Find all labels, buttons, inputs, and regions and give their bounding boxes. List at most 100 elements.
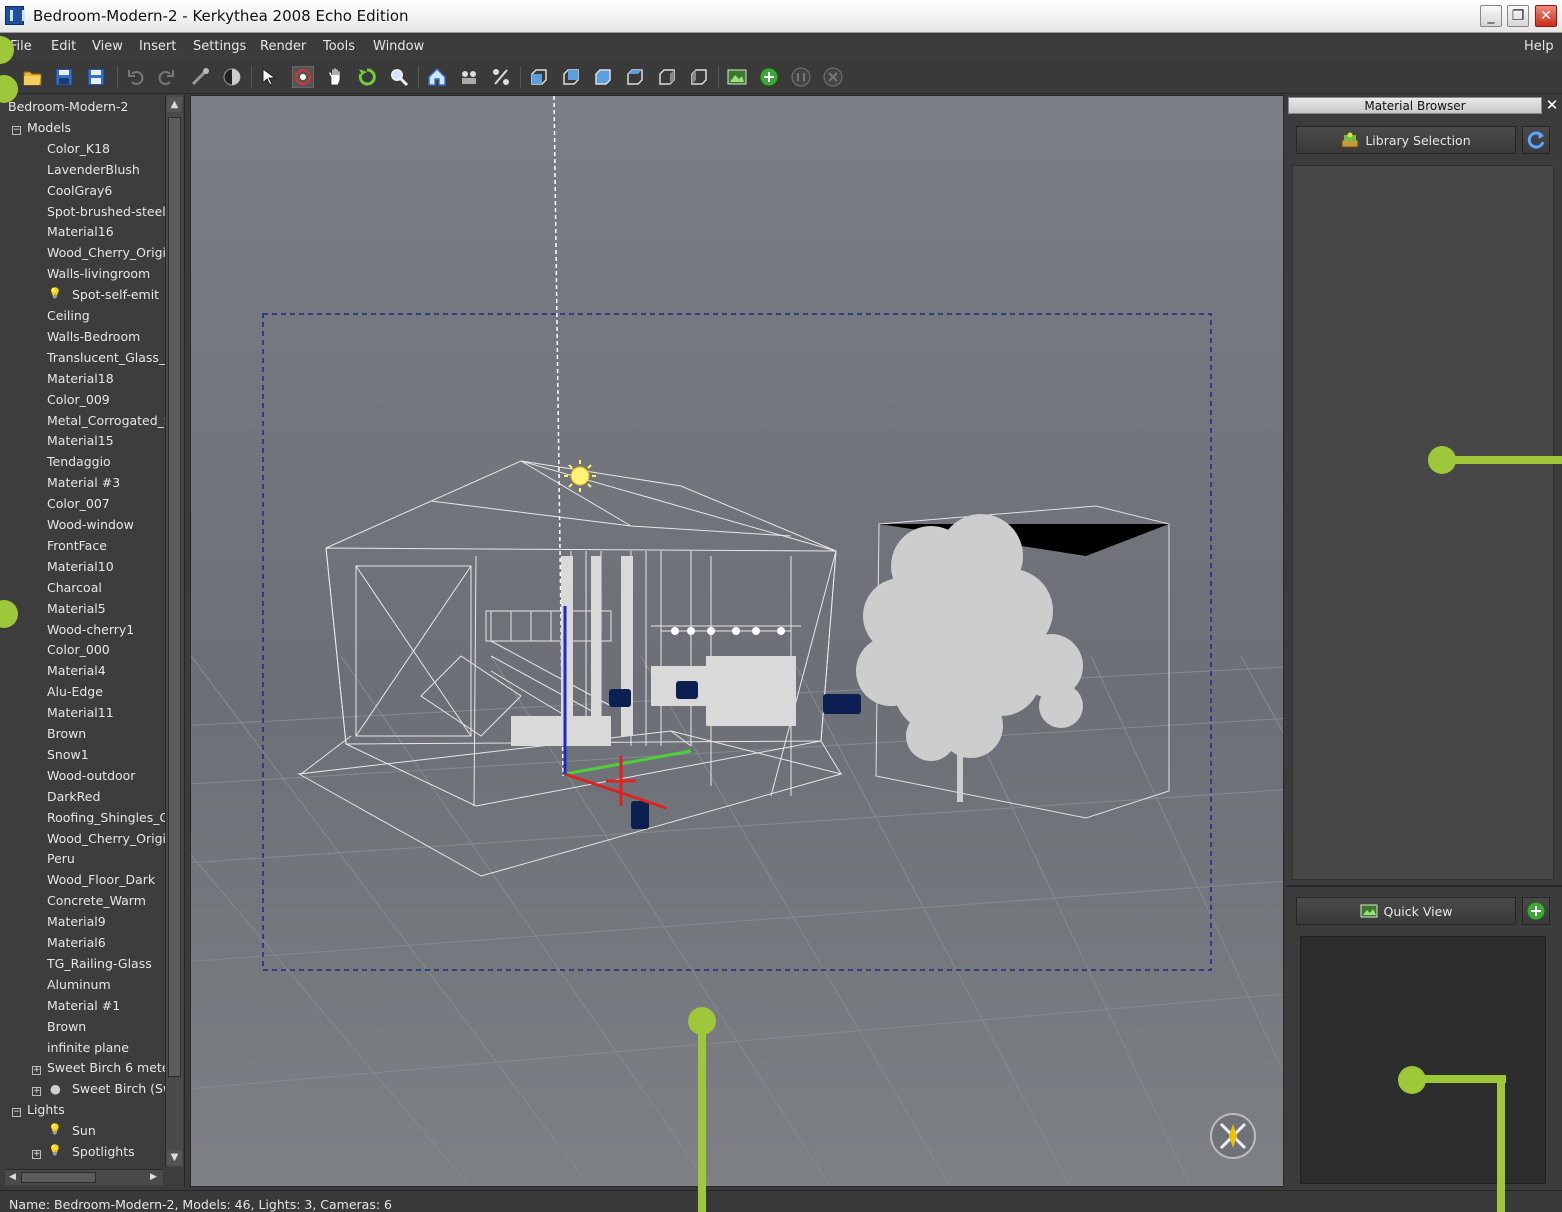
zoom-icon[interactable] — [388, 66, 410, 88]
tree-item-model[interactable]: Ceiling — [47, 308, 165, 328]
tree-item-model[interactable]: Sweet Birch 6 meter — [47, 1060, 165, 1080]
tree-item-model[interactable]: Material16 — [47, 224, 165, 244]
tree-item-model[interactable]: Material10 — [47, 559, 165, 579]
tree-item-model[interactable]: Tendaggio — [47, 454, 165, 474]
tree-item-model[interactable]: LavenderBlush — [47, 162, 165, 182]
percent-icon[interactable] — [490, 66, 512, 88]
tree-item-model[interactable]: Wood-cherry1 — [47, 622, 165, 642]
scroll-up-icon[interactable]: ▲ — [167, 97, 182, 112]
menu-edit[interactable]: Edit — [51, 39, 76, 54]
tree-item-model[interactable]: Brown — [47, 726, 165, 746]
tree-vertical-scrollbar[interactable]: ▲ ▼ — [165, 95, 183, 1167]
material-library-area[interactable] — [1292, 165, 1554, 880]
render-icon[interactable] — [726, 66, 748, 88]
view-left-icon[interactable] — [656, 66, 678, 88]
tree-item-model[interactable]: FrontFace — [47, 538, 165, 558]
scroll-left-icon[interactable]: ◀ — [6, 1171, 19, 1184]
tree-horizontal-scrollbar[interactable]: ◀ ▶ — [5, 1169, 163, 1185]
tree-item-model[interactable]: Metal_Corrogated_S — [47, 413, 165, 433]
menu-settings[interactable]: Settings — [193, 39, 246, 54]
view-top-icon[interactable] — [592, 66, 614, 88]
open-icon[interactable] — [22, 66, 44, 88]
camera-icon[interactable] — [458, 66, 480, 88]
tree-item-model[interactable]: Wood_Floor_Dark — [47, 872, 165, 892]
panel-splitter[interactable] — [1286, 885, 1562, 887]
tree-item-model[interactable]: Brown — [47, 1019, 165, 1039]
quick-view-button[interactable]: Quick View — [1296, 897, 1516, 925]
expand-icon[interactable]: + — [32, 1087, 41, 1097]
tree-item-model[interactable]: Spot-self-emit — [72, 287, 165, 307]
view-bottom-icon[interactable] — [624, 66, 646, 88]
tree-item-model[interactable]: DarkRed — [47, 789, 165, 809]
start-render-icon[interactable] — [758, 66, 780, 88]
tree-item-model[interactable]: Color_K18 — [47, 141, 165, 161]
expand-icon[interactable]: + — [32, 1066, 41, 1076]
tree-item-model[interactable]: Concrete_Warm — [47, 893, 165, 913]
tree-item-model[interactable]: Color_007 — [47, 496, 165, 516]
tree-item-model[interactable]: Charcoal — [47, 580, 165, 600]
view-front-icon[interactable] — [528, 66, 550, 88]
pan-icon[interactable] — [324, 66, 346, 88]
tree-item-model[interactable]: infinite plane — [47, 1040, 165, 1060]
library-selection-button[interactable]: Library Selection — [1296, 126, 1516, 154]
tree-item-model[interactable]: Wood_Cherry_Origi — [47, 245, 165, 265]
tree-item-model[interactable]: Wood-outdoor — [47, 768, 165, 788]
tree-item-model[interactable]: Roofing_Shingles_G — [47, 810, 165, 830]
tree-item-model[interactable]: Translucent_Glass_( — [47, 350, 165, 370]
scroll-thumb[interactable] — [21, 1172, 96, 1183]
collapse-icon[interactable]: − — [12, 1108, 21, 1118]
tree-item-model[interactable]: Material15 — [47, 433, 165, 453]
panel-close-icon[interactable]: ✕ — [1545, 96, 1559, 114]
tree-item-light[interactable]: Sun — [72, 1123, 164, 1143]
tree-item-model[interactable]: Material18 — [47, 371, 165, 391]
tree-item-model[interactable]: Color_009 — [47, 392, 165, 412]
tree-item-model[interactable]: Material5 — [47, 601, 165, 621]
collapse-icon[interactable]: − — [12, 125, 21, 135]
tree-group-lights[interactable]: Lights — [27, 1102, 65, 1122]
tree-item-model[interactable]: TG_Railing-Glass — [47, 956, 165, 976]
rotate-icon[interactable] — [356, 66, 378, 88]
scroll-down-icon[interactable]: ▼ — [167, 1150, 182, 1165]
pick-icon[interactable] — [189, 66, 211, 88]
undo-icon[interactable] — [125, 66, 147, 88]
save-as-icon[interactable] — [85, 66, 107, 88]
menu-view[interactable]: View — [92, 39, 123, 54]
close-button[interactable]: ✕ — [1535, 5, 1557, 27]
orbit-icon[interactable] — [292, 66, 314, 88]
tree-item-model[interactable]: Aluminum — [47, 977, 165, 997]
kerkythea-app-icon[interactable] — [5, 6, 25, 25]
tree-item-model[interactable]: Snow1 — [47, 747, 165, 767]
menu-window[interactable]: Window — [373, 39, 424, 54]
scroll-right-icon[interactable]: ▶ — [147, 1171, 160, 1184]
tree-item-model[interactable]: Sweet Birch (Sw — [72, 1081, 165, 1101]
tree-item-model[interactable]: Material6 — [47, 935, 165, 955]
tree-item-model[interactable]: CoolGray6 — [47, 183, 165, 203]
render-mode-icon[interactable] — [221, 66, 243, 88]
menu-insert[interactable]: Insert — [139, 39, 176, 54]
tree-item-model[interactable]: Material #1 — [47, 998, 165, 1018]
select-icon[interactable] — [259, 66, 281, 88]
navigation-compass-icon[interactable] — [1210, 1113, 1256, 1159]
tree-item-model[interactable]: Walls-livingroom — [47, 266, 165, 286]
tree-item-model[interactable]: Peru — [47, 851, 165, 871]
tree-item-model[interactable]: Spot-brushed-steel — [47, 204, 165, 224]
tree-item-model[interactable]: Walls-Bedroom — [47, 329, 165, 349]
pause-render-icon[interactable] — [790, 66, 812, 88]
view-back-icon[interactable] — [560, 66, 582, 88]
tree-item-light[interactable]: Spotlights — [72, 1144, 164, 1164]
tree-item-model[interactable]: Material #3 — [47, 475, 165, 495]
menu-tools[interactable]: Tools — [323, 39, 355, 54]
menu-help[interactable]: Help — [1524, 39, 1554, 54]
tree-item-model[interactable]: Wood-window — [47, 517, 165, 537]
tree-item-model[interactable]: Material9 — [47, 914, 165, 934]
view-right-icon[interactable] — [688, 66, 710, 88]
stop-render-icon[interactable] — [822, 66, 844, 88]
tree-root[interactable]: Bedroom-Modern-2 — [8, 99, 128, 119]
tree-item-model[interactable]: Color_000 — [47, 642, 165, 662]
home-icon[interactable] — [426, 66, 448, 88]
scroll-thumb[interactable] — [168, 117, 181, 1077]
tree-item-model[interactable]: Alu-Edge — [47, 684, 165, 704]
save-icon[interactable] — [53, 66, 75, 88]
menu-render[interactable]: Render — [260, 39, 306, 54]
quick-view-render-button[interactable] — [1522, 897, 1550, 925]
